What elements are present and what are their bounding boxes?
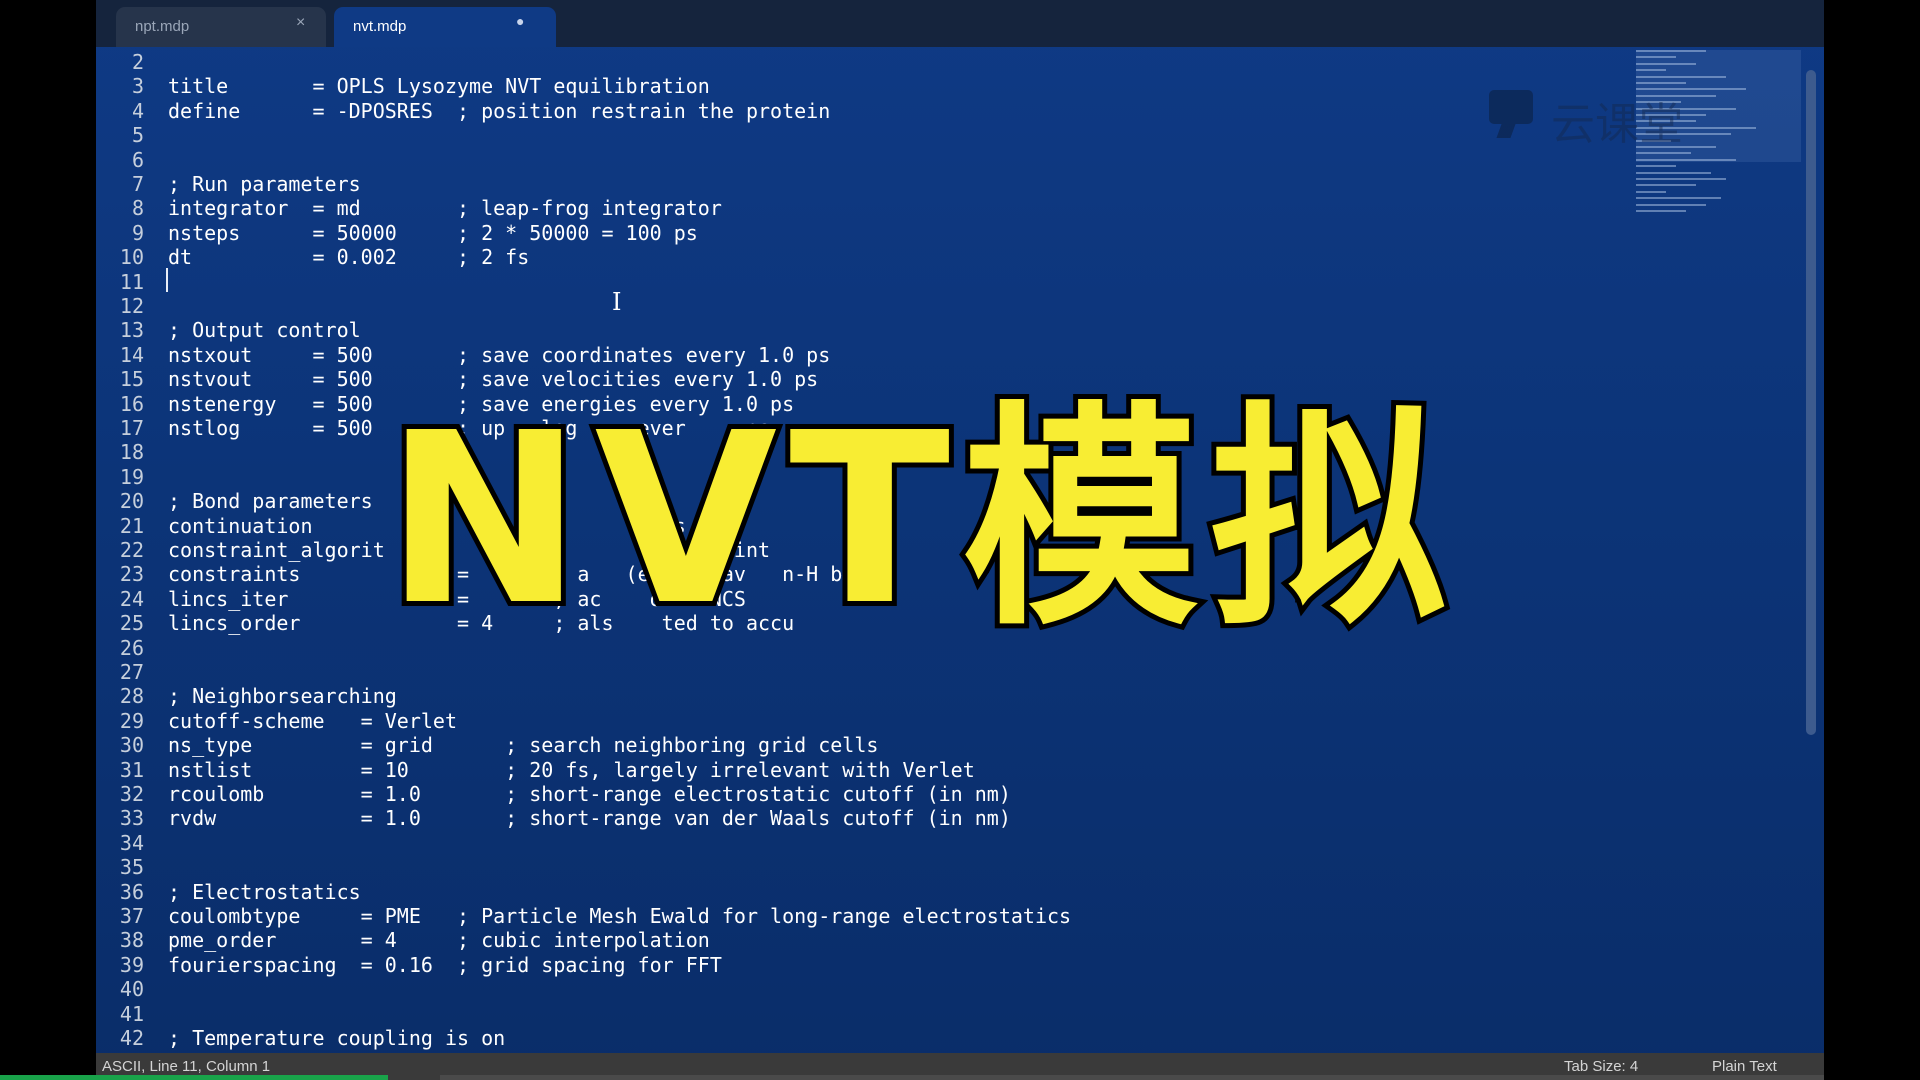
close-icon[interactable]: × xyxy=(296,14,305,32)
overlay-title: NVT模拟 xyxy=(380,382,1459,657)
line-number: 31 xyxy=(119,757,144,782)
line-number: 14 xyxy=(119,342,144,367)
code-line[interactable]: nstlist = 10 ; 20 fs, largely irrelevant… xyxy=(168,758,975,782)
code-line[interactable]: define = -DPOSRES ; position restrain th… xyxy=(168,99,830,123)
minimap-line xyxy=(1636,210,1686,212)
line-number: 8 xyxy=(131,196,144,221)
line-number: 21 xyxy=(119,513,144,538)
code-line[interactable]: ; Temperature coupling is on xyxy=(168,1026,505,1050)
code-line[interactable]: nsteps = 50000 ; 2 * 50000 = 100 ps xyxy=(168,221,698,245)
line-number: 6 xyxy=(131,147,144,172)
tab-label: npt.mdp xyxy=(135,18,190,35)
tab-bar: npt.mdp × nvt.mdp ● xyxy=(96,0,1824,47)
tab-npt-mdp[interactable]: npt.mdp × xyxy=(116,7,326,47)
line-number: 4 xyxy=(131,98,144,123)
line-number: 11 xyxy=(119,269,144,294)
status-position: ASCII, Line 11, Column 1 xyxy=(102,1058,271,1075)
ibeam-cursor-icon: I xyxy=(612,288,622,316)
tab-size-indicator[interactable]: Tab Size: 4 xyxy=(1564,1058,1638,1075)
line-number: 41 xyxy=(119,1001,144,1026)
video-progress-track xyxy=(440,1075,1824,1080)
tab-label: nvt.mdp xyxy=(353,18,407,35)
code-line[interactable]: cutoff-scheme = Verlet xyxy=(168,709,457,733)
line-number: 37 xyxy=(119,904,144,928)
code-line[interactable]: pme_order = 4 ; cubic interpolation xyxy=(168,928,710,952)
line-number: 29 xyxy=(119,708,144,733)
minimap-line xyxy=(1636,197,1721,200)
code-line[interactable]: rvdw = 1.0 ; short-range van der Waals c… xyxy=(168,806,1011,830)
line-number: 5 xyxy=(131,123,144,148)
line-number: 34 xyxy=(119,830,144,855)
tab-nvt-mdp[interactable]: nvt.mdp ● xyxy=(334,7,556,47)
line-number: 7 xyxy=(131,172,144,196)
line-number: 20 xyxy=(119,489,144,514)
line-number: 2 xyxy=(131,50,144,74)
minimap-line xyxy=(1636,190,1666,193)
line-number: 28 xyxy=(119,684,144,709)
line-number: 25 xyxy=(119,611,144,636)
code-line[interactable]: dt = 0.002 ; 2 fs xyxy=(168,245,529,269)
line-number: 35 xyxy=(119,855,144,880)
code-line[interactable]: ; Bond parameters xyxy=(168,489,373,513)
watermark: 云课堂 xyxy=(1489,88,1699,150)
line-number: 9 xyxy=(131,220,144,245)
minimap-line xyxy=(1636,165,1676,168)
code-line[interactable]: coulombtype = PME ; Particle Mesh Ewald … xyxy=(168,904,1071,928)
line-number: 33 xyxy=(119,806,144,831)
line-number: 23 xyxy=(119,562,144,587)
line-number: 19 xyxy=(119,464,144,489)
line-number: 32 xyxy=(119,782,144,806)
code-line[interactable]: ns_type = grid ; search neighboring grid… xyxy=(168,733,878,757)
line-number: 30 xyxy=(119,733,144,758)
line-number: 16 xyxy=(119,391,144,416)
code-line[interactable]: ; Output control xyxy=(168,318,361,342)
minimap-line xyxy=(1636,178,1726,180)
line-number: 26 xyxy=(119,635,144,660)
minimap-line xyxy=(1636,203,1706,206)
syntax-indicator[interactable]: Plain Text xyxy=(1712,1058,1777,1075)
line-number: 3 xyxy=(131,74,144,99)
line-number: 42 xyxy=(119,1026,144,1050)
line-number: 36 xyxy=(119,879,144,904)
watermark-logo-icon xyxy=(1489,90,1533,124)
line-number: 18 xyxy=(119,440,144,465)
line-number-gutter: 2 3 4 5 6 7 8 9 10 11 12 13 14 15 16 17 18 19 20 21 22 23 24 25… xyxy=(96,47,144,1050)
watermark-logo-tail xyxy=(1496,124,1516,138)
line-number: 39 xyxy=(119,952,144,977)
code-line[interactable]: ; Electrostatics xyxy=(168,880,361,904)
vertical-scrollbar[interactable] xyxy=(1806,70,1816,735)
line-number: 12 xyxy=(119,294,144,318)
video-progress-fill xyxy=(0,1075,388,1080)
text-caret xyxy=(166,268,168,292)
code-line[interactable]: ; Neighborsearching xyxy=(168,684,397,708)
line-number: 15 xyxy=(119,367,144,392)
code-line[interactable]: ; Run parameters xyxy=(168,172,361,196)
line-number: 24 xyxy=(119,586,144,611)
line-number: 17 xyxy=(119,416,144,440)
line-number: 13 xyxy=(119,318,144,343)
line-number: 22 xyxy=(119,538,144,562)
unsaved-dot-icon[interactable]: ● xyxy=(516,13,524,29)
watermark-text: 云课堂 xyxy=(1551,99,1683,150)
minimap-line xyxy=(1636,184,1696,187)
code-line[interactable]: title = OPLS Lysozyme NVT equilibration xyxy=(168,74,710,98)
line-number: 10 xyxy=(119,245,144,270)
code-line[interactable]: fourierspacing = 0.16 ; grid spacing for… xyxy=(168,953,722,977)
line-number: 40 xyxy=(119,977,144,1002)
minimap-line xyxy=(1636,171,1711,174)
code-line[interactable]: integrator = md ; leap-frog integrator xyxy=(168,196,722,220)
code-line[interactable]: rcoulomb = 1.0 ; short-range electrostat… xyxy=(168,782,1011,806)
code-line[interactable]: nstxout = 500 ; save coordinates every 1… xyxy=(168,343,830,367)
line-number: 27 xyxy=(119,660,144,684)
line-number: 38 xyxy=(119,928,144,953)
